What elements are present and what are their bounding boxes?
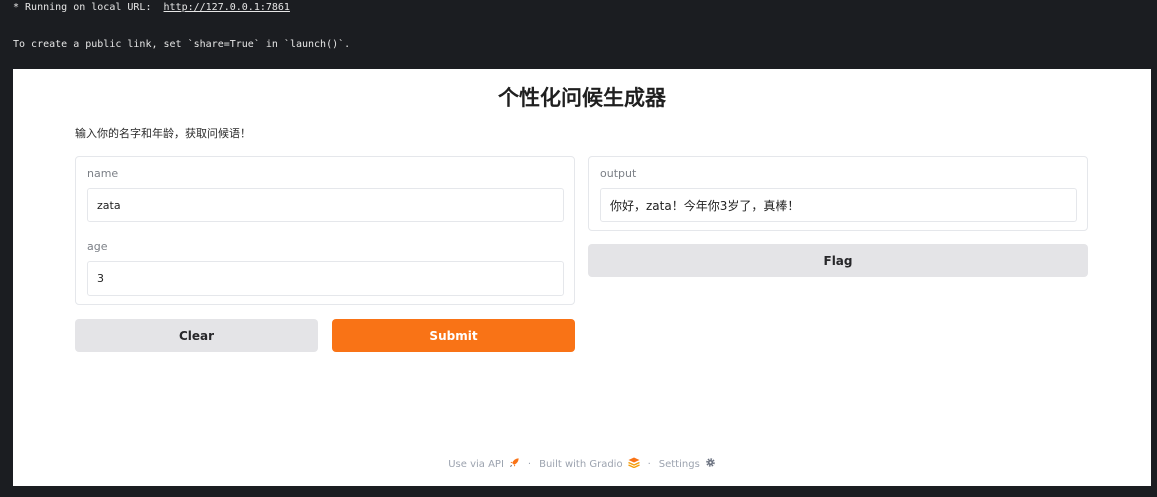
gradio-app: 个性化问候生成器 输入你的名字和年龄，获取问候语！ name zata age …: [13, 69, 1151, 486]
name-label: name: [87, 167, 119, 180]
name-input[interactable]: zata: [87, 188, 564, 222]
gradio-logo-icon: [627, 457, 640, 471]
age-input[interactable]: 3: [87, 261, 564, 296]
terminal-output: * Running on local URL: http://127.0.0.1…: [0, 0, 1157, 69]
built-with-gradio-label: Built with Gradio: [539, 459, 623, 470]
terminal-line-share: To create a public link, set `share=True…: [13, 39, 351, 50]
rocket-icon: [509, 457, 520, 471]
footer: Use via API · Built with Gradio · Settin…: [13, 457, 1151, 471]
use-via-api-link[interactable]: Use via API: [448, 457, 520, 471]
local-url-link[interactable]: http://127.0.0.1:7861: [164, 2, 290, 13]
clear-button[interactable]: Clear: [75, 319, 318, 352]
built-with-gradio-link[interactable]: Built with Gradio: [539, 457, 640, 471]
output-textbox[interactable]: 你好，zata！今年你3岁了，真棒！: [600, 188, 1077, 222]
flag-button[interactable]: Flag: [588, 244, 1088, 277]
gear-icon: [705, 457, 716, 471]
use-via-api-label: Use via API: [448, 459, 504, 470]
terminal-running-prefix: * Running on local URL:: [13, 2, 164, 13]
page-description: 输入你的名字和年龄，获取问候语！: [75, 127, 251, 140]
footer-separator: ·: [527, 458, 532, 470]
output-label: output: [600, 167, 637, 180]
settings-label: Settings: [658, 459, 700, 470]
output-panel: output 你好，zata！今年你3岁了，真棒！: [588, 156, 1088, 231]
page-title: 个性化问候生成器: [498, 86, 666, 110]
age-label: age: [87, 240, 108, 253]
terminal-line-running: * Running on local URL: http://127.0.0.1…: [13, 2, 290, 13]
footer-separator-2: ·: [647, 458, 651, 470]
submit-button[interactable]: Submit: [332, 319, 575, 352]
inputs-panel: name zata age 3: [75, 156, 575, 305]
settings-link[interactable]: Settings: [659, 457, 716, 471]
